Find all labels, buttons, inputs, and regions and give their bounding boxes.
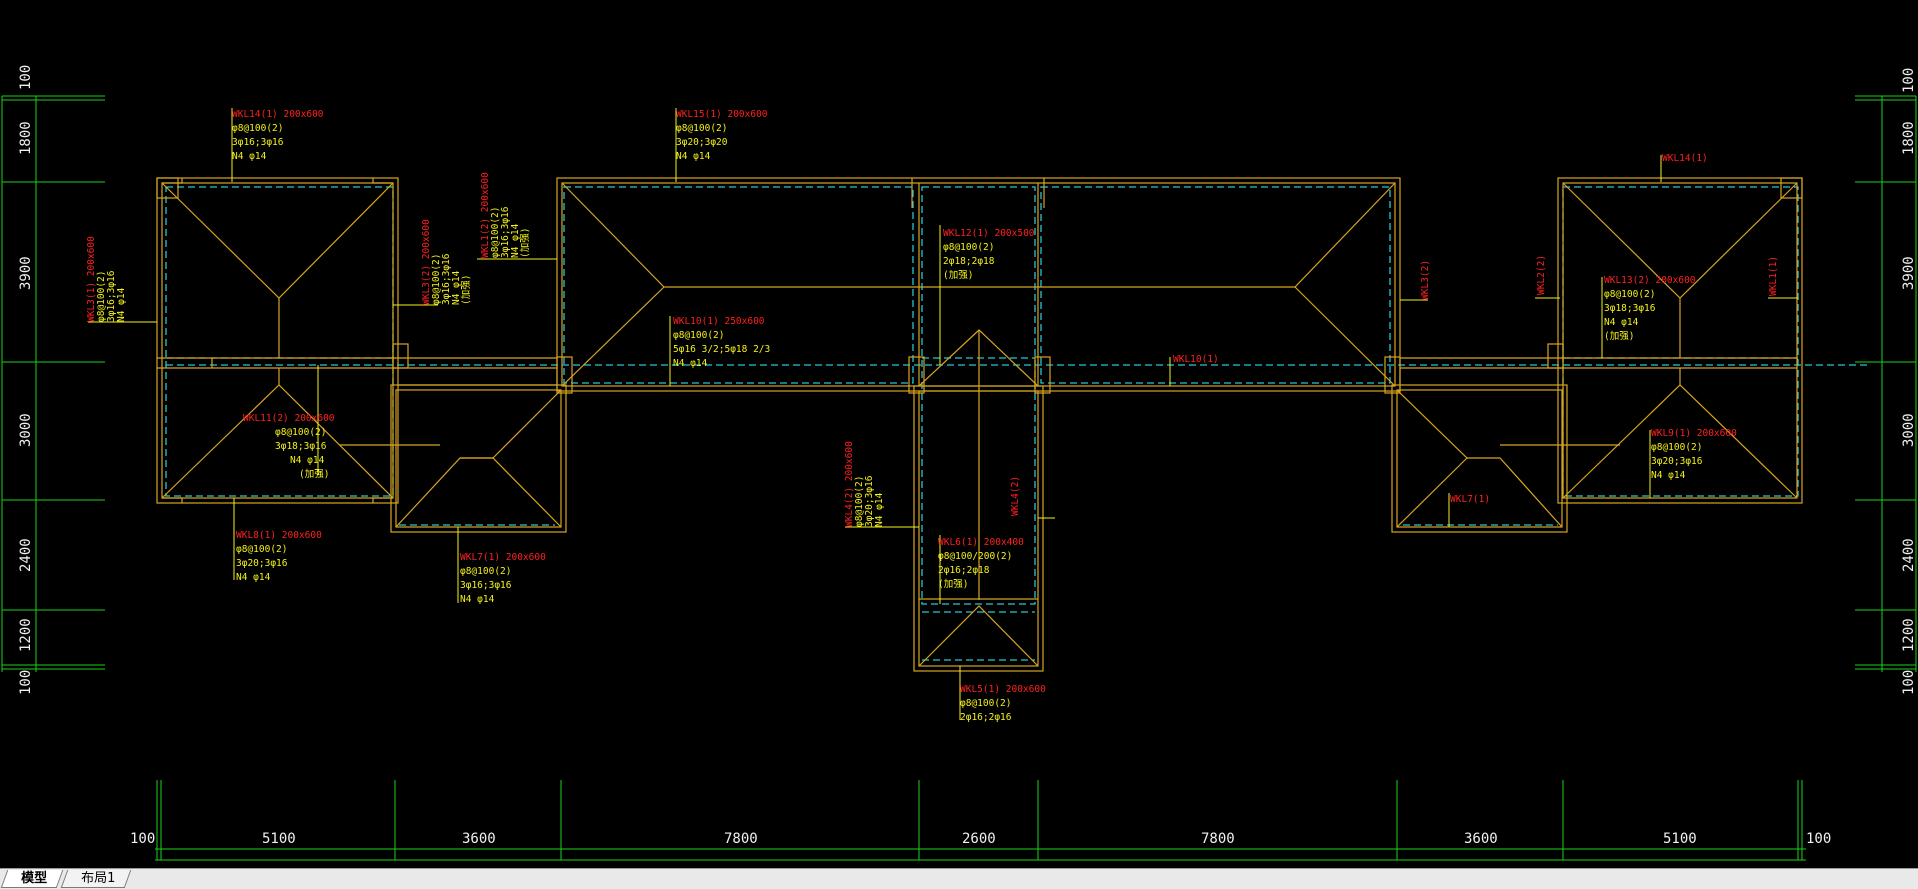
svg-text:φ8@100(2): φ8@100(2) <box>460 566 511 577</box>
svg-text:2φ18;2φ18: 2φ18;2φ18 <box>943 256 995 267</box>
beam-name: WKL13(2) 200x600 <box>1604 275 1696 286</box>
dim-left-0: 100 <box>18 65 34 90</box>
svg-text:3φ20;3φ16: 3φ20;3φ16 <box>236 558 288 569</box>
svg-text:(加强): (加强) <box>938 579 968 590</box>
beam-tag-wkl10[interactable]: WKL10(1) <box>1173 354 1219 365</box>
dim-bottom-8: 100 <box>1806 831 1831 847</box>
tab-model[interactable]: 模型 <box>0 870 64 888</box>
dim-right-1: 1800 <box>1901 121 1917 155</box>
dim-right-3: 3000 <box>1901 413 1917 447</box>
dim-left-3: 3000 <box>18 413 34 447</box>
svg-text:φ8@100(2): φ8@100(2) <box>943 242 994 253</box>
svg-text:N4 φ14: N4 φ14 <box>676 151 711 162</box>
layout-tab-bar: 模型 布局1 <box>0 868 1918 889</box>
dim-left-6: 100 <box>18 670 34 695</box>
svg-text:3φ20;3φ16: 3φ20;3φ16 <box>1651 456 1703 467</box>
svg-text:N4 φ14: N4 φ14 <box>290 455 325 466</box>
svg-text:(加强): (加强) <box>943 270 973 281</box>
svg-text:φ8@100(2): φ8@100(2) <box>232 123 283 134</box>
beam-name: WKL5(1) 200x600 <box>960 684 1046 695</box>
beam-name: WKL7(1) 200x600 <box>460 552 546 563</box>
svg-text:φ8@100(2): φ8@100(2) <box>960 698 1011 709</box>
dim-bottom-4: 2600 <box>962 831 996 847</box>
svg-text:φ8@100(2): φ8@100(2) <box>676 123 727 134</box>
dim-right-2: 3900 <box>1901 256 1917 290</box>
dim-bottom-6: 3600 <box>1464 831 1498 847</box>
beam-name: WKL6(1) 200x400 <box>938 537 1024 548</box>
beam-name: WKL10(1) 250x600 <box>673 316 765 327</box>
beam-name: WKL12(1) 200x500 <box>943 228 1035 239</box>
beam-label-wkl14-right[interactable]: WKL14(1) <box>1662 153 1708 164</box>
svg-text:3φ18;3φ16: 3φ18;3φ16 <box>1604 303 1656 314</box>
dim-bottom-0: 100 <box>130 831 155 847</box>
dim-left-5: 1200 <box>18 618 34 652</box>
svg-text:3φ18;3φ16: 3φ18;3φ16 <box>275 441 327 452</box>
cad-drawing-canvas[interactable]: 100 1800 3900 3000 2400 1200 100 100 180… <box>0 0 1918 868</box>
svg-text:WKL14(1): WKL14(1) <box>1662 153 1708 164</box>
beam-tag-wkl7[interactable]: WKL7(1) <box>1450 494 1490 505</box>
dim-bottom-3: 7800 <box>724 831 758 847</box>
svg-text:N4 φ14: N4 φ14 <box>236 572 271 583</box>
svg-text:φ8@100(2): φ8@100(2) <box>1604 289 1655 300</box>
beam-tag-wkl4[interactable]: WKL4(2) <box>1010 476 1021 516</box>
tab-layout1[interactable]: 布局1 <box>60 870 132 888</box>
beam-name: WKL11(2) 200x600 <box>243 413 335 424</box>
beam-name: WKL14(1) 200x600 <box>232 109 324 120</box>
svg-text:(加强): (加强) <box>461 275 472 305</box>
dim-right-6: 100 <box>1901 670 1917 695</box>
svg-text:N4 φ14: N4 φ14 <box>232 151 267 162</box>
svg-text:(加强): (加强) <box>1604 331 1634 342</box>
dim-right-0: 100 <box>1901 68 1917 93</box>
dim-bottom-2: 3600 <box>462 831 496 847</box>
svg-text:N4 φ14: N4 φ14 <box>1604 317 1639 328</box>
dim-bottom-1: 5100 <box>262 831 296 847</box>
dim-left-4: 2400 <box>18 538 34 572</box>
svg-text:2φ16;2φ16: 2φ16;2φ16 <box>960 712 1012 723</box>
svg-text:N4 φ14: N4 φ14 <box>460 594 495 605</box>
svg-text:3φ16;3φ16: 3φ16;3φ16 <box>232 137 284 148</box>
dim-left-1: 1800 <box>18 121 34 155</box>
beam-name: WKL8(1) 200x600 <box>236 530 322 541</box>
svg-text:N4 φ14: N4 φ14 <box>874 492 885 527</box>
dim-bottom-5: 7800 <box>1201 831 1235 847</box>
svg-text:2φ16;2φ18: 2φ16;2φ18 <box>938 565 990 576</box>
beam-name: WKL15(1) 200x600 <box>676 109 768 120</box>
svg-text:N4 φ14: N4 φ14 <box>673 358 708 369</box>
svg-text:N4 φ14: N4 φ14 <box>1651 470 1686 481</box>
svg-text:φ8@100/200(2): φ8@100/200(2) <box>938 551 1012 562</box>
beam-tag-wkl2[interactable]: WKL2(2) <box>1536 255 1547 295</box>
dim-left-2: 3900 <box>18 256 34 290</box>
svg-text:φ8@100(2): φ8@100(2) <box>673 330 724 341</box>
beam-tag-wkl3-2-right[interactable]: WKL3(2) <box>1420 260 1431 300</box>
svg-text:(加强): (加强) <box>520 228 531 258</box>
svg-text:3φ20;3φ20: 3φ20;3φ20 <box>676 137 728 148</box>
svg-text:φ8@100(2): φ8@100(2) <box>1651 442 1702 453</box>
beam-tag-wkl1[interactable]: WKL1(1) <box>1768 256 1779 296</box>
dim-right-4: 2400 <box>1901 538 1917 572</box>
beam-name: WKL9(1) 200x600 <box>1651 428 1737 439</box>
svg-text:3φ16;3φ16: 3φ16;3φ16 <box>460 580 512 591</box>
svg-text:(加强): (加强) <box>299 469 329 480</box>
dim-right-5: 1200 <box>1901 618 1917 652</box>
svg-text:5φ16 3/2;5φ18 2/3: 5φ16 3/2;5φ18 2/3 <box>673 344 770 355</box>
svg-text:N4 φ14: N4 φ14 <box>116 287 127 322</box>
svg-text:φ8@100(2): φ8@100(2) <box>275 427 326 438</box>
svg-text:φ8@100(2): φ8@100(2) <box>236 544 287 555</box>
dim-bottom-7: 5100 <box>1663 831 1697 847</box>
